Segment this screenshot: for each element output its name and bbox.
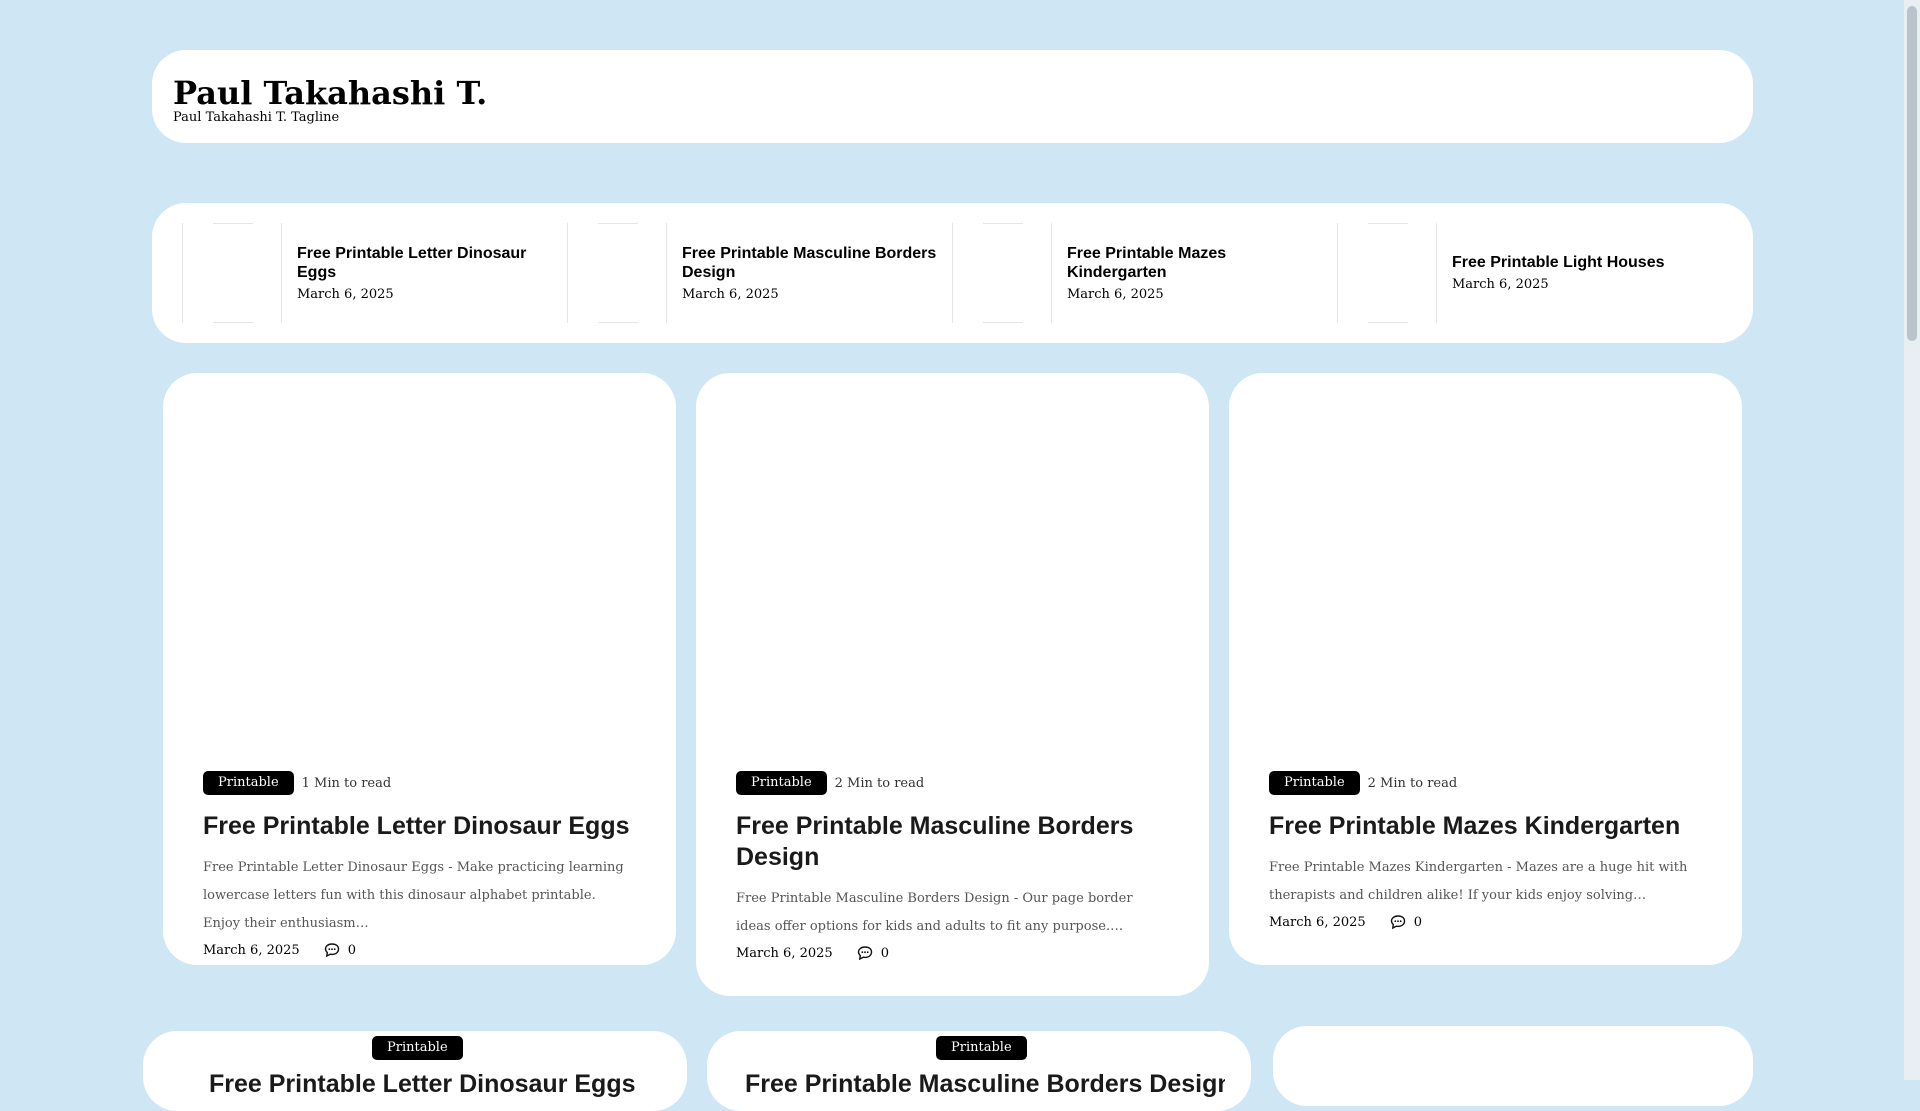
post-excerpt: Free Printable Mazes Kindergarten - Maze…: [1269, 860, 1688, 903]
post-title[interactable]: Free Printable Mazes Kindergarten: [1269, 811, 1702, 842]
site-title[interactable]: Paul Takahashi T.: [173, 74, 1732, 112]
post-card[interactable]: Printable 1 Min to read Free Printable L…: [163, 373, 676, 965]
recent-post[interactable]: Free Printable Light Houses March 6, 202…: [1337, 223, 1707, 323]
recent-post[interactable]: Free Printable Letter Dinosaur Eggs Marc…: [182, 223, 552, 323]
category-badge[interactable]: Printable: [1269, 771, 1360, 795]
recent-posts-strip: Free Printable Letter Dinosaur Eggs Marc…: [152, 203, 1753, 343]
comments-link[interactable]: 0: [857, 945, 889, 961]
recent-post-thumbnail[interactable]: [182, 223, 282, 323]
post-date: March 6, 2025: [203, 942, 300, 958]
speech-bubble-icon: [857, 946, 872, 961]
category-badge[interactable]: Printable: [372, 1036, 463, 1060]
speech-bubble-icon: [324, 943, 339, 958]
post-excerpt: Free Printable Letter Dinosaur Eggs - Ma…: [203, 860, 624, 931]
post-card[interactable]: Printable 2 Min to read Free Printable M…: [696, 373, 1209, 996]
site-header: Paul Takahashi T. Paul Takahashi T. Tagl…: [152, 50, 1753, 143]
category-badge[interactable]: Printable: [736, 771, 827, 795]
recent-post-thumbnail[interactable]: [952, 223, 1052, 323]
recent-post-date: March 6, 2025: [1067, 286, 1164, 302]
post-title[interactable]: Free Printable Letter Dinosaur Eggs: [209, 1069, 679, 1100]
post-title[interactable]: Free Printable Masculine Borders Design: [745, 1069, 1225, 1100]
recent-post[interactable]: Free Printable Mazes Kindergarten March …: [952, 223, 1322, 323]
recent-post-date: March 6, 2025: [682, 286, 779, 302]
post-date: March 6, 2025: [1269, 914, 1366, 930]
read-time: 2 Min to read: [1367, 775, 1458, 791]
post-card[interactable]: Printable Free Printable Letter Dinosaur…: [143, 1031, 687, 1111]
recent-post-date: March 6, 2025: [297, 286, 394, 302]
recent-post-title[interactable]: Free Printable Light Houses: [1452, 253, 1712, 272]
page-scrollbar[interactable]: [1904, 0, 1920, 1080]
speech-bubble-icon: [1390, 915, 1405, 930]
scrollbar-thumb[interactable]: [1907, 6, 1917, 341]
post-title[interactable]: Free Printable Masculine Borders Design: [736, 811, 1169, 873]
post-excerpt: Free Printable Masculine Borders Design …: [736, 891, 1133, 934]
category-badge[interactable]: Printable: [203, 771, 294, 795]
recent-post-thumbnail[interactable]: [567, 223, 667, 323]
comments-link[interactable]: 0: [1390, 914, 1422, 930]
recent-post-thumbnail[interactable]: [1337, 223, 1437, 323]
post-title[interactable]: Free Printable Letter Dinosaur Eggs: [203, 811, 636, 842]
post-card[interactable]: Printable Free Printable Masculine Borde…: [707, 1031, 1251, 1111]
post-date: March 6, 2025: [736, 945, 833, 961]
comment-count: 0: [347, 942, 356, 958]
post-card[interactable]: [1273, 1026, 1753, 1106]
category-badge[interactable]: Printable: [936, 1036, 1027, 1060]
comment-count: 0: [1413, 914, 1422, 930]
recent-post[interactable]: Free Printable Masculine Borders Design …: [567, 223, 937, 323]
read-time: 1 Min to read: [301, 775, 392, 791]
post-card[interactable]: Printable 2 Min to read Free Printable M…: [1229, 373, 1742, 965]
read-time: 2 Min to read: [834, 775, 925, 791]
recent-post-date: March 6, 2025: [1452, 277, 1549, 292]
comments-link[interactable]: 0: [324, 942, 356, 958]
recent-post-title[interactable]: Free Printable Masculine Borders Design: [682, 244, 942, 282]
site-tagline: Paul Takahashi T. Tagline: [173, 110, 340, 125]
comment-count: 0: [880, 945, 889, 961]
recent-post-title[interactable]: Free Printable Letter Dinosaur Eggs: [297, 244, 557, 282]
recent-post-title[interactable]: Free Printable Mazes Kindergarten: [1067, 244, 1327, 282]
